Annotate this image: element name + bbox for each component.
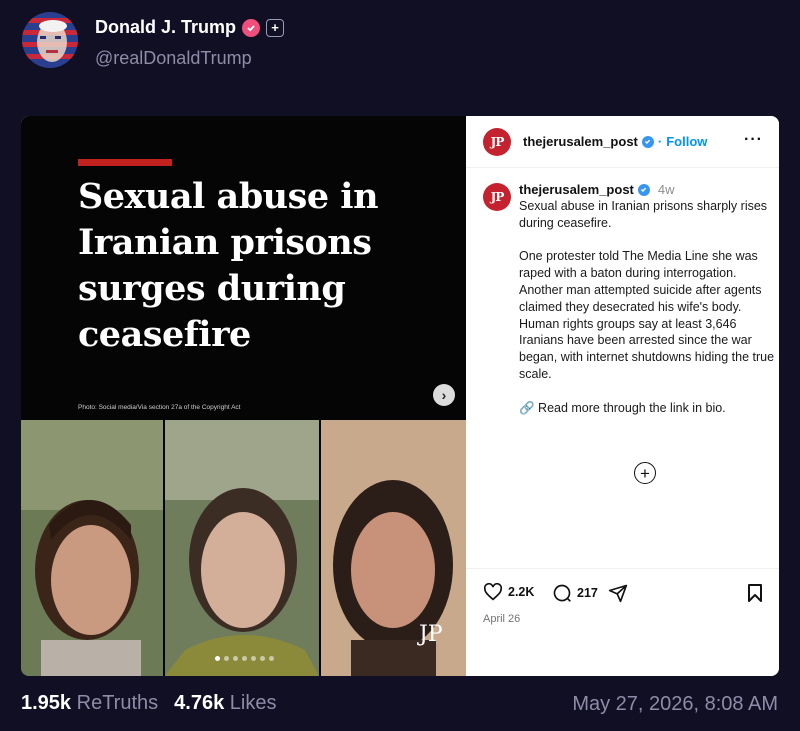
bookmark-icon <box>748 584 762 602</box>
jp-watermark: JP <box>419 622 443 647</box>
comment-count: 217 <box>577 586 598 600</box>
carousel-dot[interactable] <box>251 656 256 661</box>
post-media[interactable]: Sexual abuse in Iranian prisons surges d… <box>21 116 466 676</box>
more-options-icon[interactable]: ··· <box>744 131 763 149</box>
carousel-dot[interactable] <box>224 656 229 661</box>
photo-credit: Photo: Social media/Via section 27a of t… <box>78 404 241 411</box>
avatar[interactable] <box>22 12 78 68</box>
author-name-row[interactable]: Donald J. Trump + <box>95 17 285 38</box>
post-panel: JP thejerusalem_post · Follow ··· JP the… <box>466 116 779 676</box>
likes-label: Likes <box>229 692 277 714</box>
post-caption: Sexual abuse in Iranian prisons sharply … <box>519 198 775 433</box>
carousel-dots[interactable] <box>215 656 274 661</box>
separator-dot: · <box>657 134 663 149</box>
post-age: 4w <box>657 182 675 197</box>
account-logo[interactable]: JP <box>483 128 511 156</box>
caption-verified-icon <box>637 183 650 196</box>
share-action[interactable] <box>608 583 628 603</box>
follow-button[interactable]: Follow <box>666 134 707 149</box>
likes-count: 4.76k <box>174 692 225 714</box>
share-icon <box>608 584 628 603</box>
post-header: JP thejerusalem_post · Follow ··· <box>466 116 779 168</box>
caption-account-row: thejerusalem_post 4w <box>519 182 675 197</box>
retruths-label: ReTruths <box>76 692 159 714</box>
verified-icon <box>242 18 261 37</box>
carousel-dot[interactable] <box>242 656 247 661</box>
blue-verified-icon <box>641 135 654 148</box>
embedded-post[interactable]: Sexual abuse in Iranian prisons surges d… <box>21 116 779 676</box>
save-action[interactable] <box>747 583 763 603</box>
comment-action[interactable]: 217 <box>552 583 598 603</box>
account-row: thejerusalem_post · Follow <box>523 134 707 149</box>
author-name[interactable]: Donald J. Trump <box>95 17 236 38</box>
media-headline: Sexual abuse in Iranian prisons surges d… <box>78 176 379 355</box>
author-handle[interactable]: @realDonaldTrump <box>95 48 252 69</box>
carousel-dot[interactable] <box>260 656 265 661</box>
post-timestamp[interactable]: May 27, 2026, 8:08 AM <box>572 693 778 716</box>
caption-account-name[interactable]: thejerusalem_post <box>519 182 634 197</box>
carousel-dot[interactable] <box>233 656 238 661</box>
comment-icon <box>553 584 571 602</box>
like-action[interactable]: 2.2K <box>483 583 534 601</box>
like-count: 2.2K <box>508 585 535 599</box>
expand-plus-icon[interactable]: + <box>634 462 656 484</box>
carousel-dot[interactable] <box>215 656 220 661</box>
caption-paragraph: Sexual abuse in Iranian prisons sharply … <box>519 199 768 230</box>
retruths-count: 1.95k <box>21 692 72 714</box>
portrait-strip <box>21 420 466 676</box>
portrait-photo-3 <box>321 420 466 676</box>
account-name[interactable]: thejerusalem_post <box>523 134 638 149</box>
truth-plus-icon: + <box>266 18 285 37</box>
action-bar: 2.2K 217 April 26 <box>466 568 779 676</box>
portrait-photo-2 <box>165 420 319 676</box>
carousel-next-icon[interactable]: › <box>433 384 455 406</box>
post-date: April 26 <box>483 613 521 625</box>
carousel-dot[interactable] <box>269 656 274 661</box>
retruths-stat[interactable]: 1.95k ReTruths <box>21 692 158 715</box>
likes-stat[interactable]: 4.76k Likes <box>174 692 276 715</box>
engagement-stats: 1.95k ReTruths 4.76k Likes <box>21 692 276 715</box>
portrait-photo-1 <box>21 420 163 676</box>
caption-paragraph: One protester told The Media Line she wa… <box>519 249 775 381</box>
caption-account-logo[interactable]: JP <box>483 183 511 211</box>
headline-accent-bar <box>78 159 172 166</box>
caption-link-line[interactable]: 🔗 Read more through the link in bio. <box>519 400 775 417</box>
heart-icon <box>483 583 503 601</box>
